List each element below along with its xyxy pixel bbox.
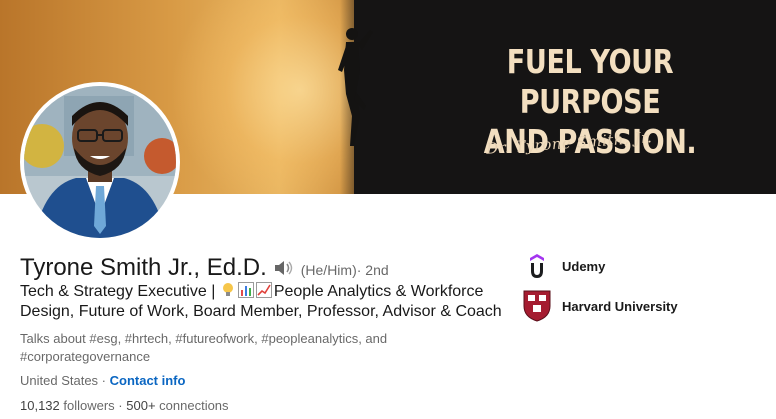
- followers-count: 10,132: [20, 398, 60, 413]
- profile-avatar[interactable]: [20, 82, 180, 242]
- udemy-logo-icon: [522, 250, 552, 282]
- pronouns: (He/Him): [300, 262, 357, 278]
- climber-silhouette: [338, 28, 373, 146]
- profile-name: Tyrone Smith Jr., Ed.D.: [20, 254, 267, 281]
- connections-count: 500+: [126, 398, 156, 413]
- avatar-photo: [24, 86, 176, 238]
- connection-degree: · 2nd: [356, 262, 389, 278]
- name-row: Tyrone Smith Jr., Ed.D. (He/Him) · 2nd: [20, 254, 389, 282]
- profile-headline: Tech & Strategy Executive | People Analy…: [20, 282, 510, 322]
- company-name: Udemy: [562, 258, 606, 274]
- harvard-shield-logo-icon: [522, 290, 552, 322]
- headline-prefix: Tech & Strategy Executive |: [20, 283, 216, 300]
- stats-separator: ·: [114, 398, 127, 413]
- talks-about: Talks about #esg, #hrtech, #futureofwork…: [20, 331, 388, 364]
- school-harvard[interactable]: Harvard University: [522, 290, 678, 322]
- contact-info-link[interactable]: Contact info: [110, 373, 186, 388]
- company-udemy[interactable]: Udemy: [522, 250, 678, 282]
- bar-chart-emoji: [237, 282, 254, 298]
- connections-link[interactable]: 500+ connections: [126, 398, 228, 413]
- experience-education-list: Udemy Harvard University: [522, 250, 678, 330]
- stats-row: 10,132 followers · 500+ connections: [20, 398, 229, 413]
- chart-increasing-emoji: [255, 282, 272, 298]
- lightbulb-emoji: [220, 282, 236, 298]
- school-name: Harvard University: [562, 298, 678, 314]
- speaker-icon[interactable]: [273, 259, 295, 282]
- followers-link[interactable]: 10,132 followers: [20, 398, 115, 413]
- location-row: United States · Contact info: [20, 373, 185, 388]
- connections-label: connections: [155, 398, 229, 413]
- location: United States ·: [20, 373, 110, 388]
- followers-label: followers: [59, 398, 115, 413]
